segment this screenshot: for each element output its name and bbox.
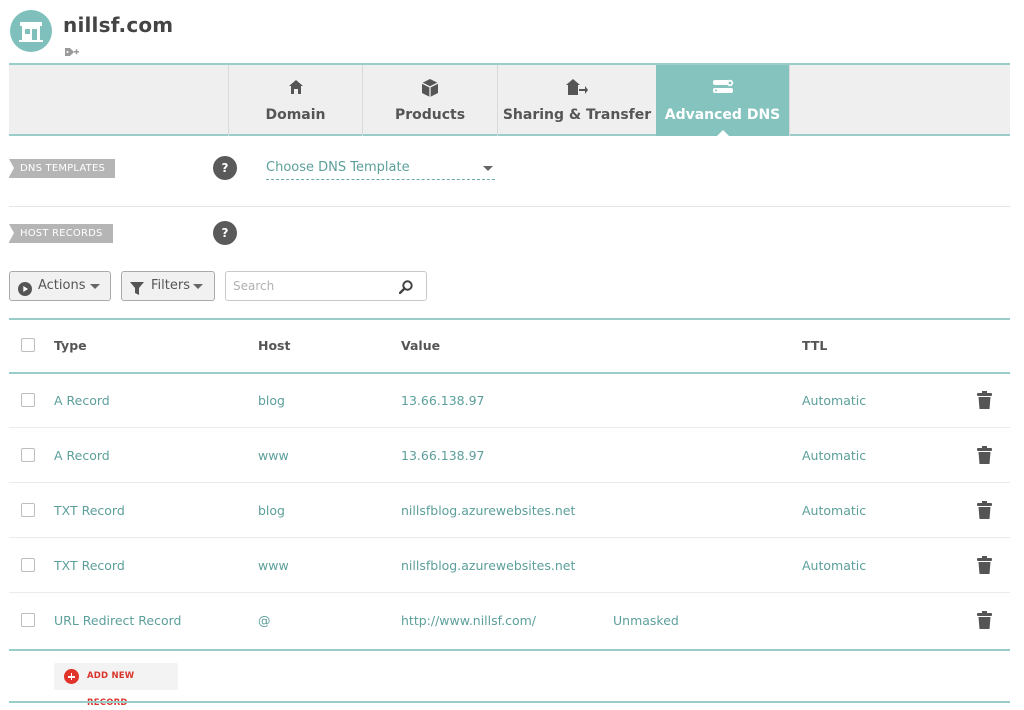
tabs-bar: Domain Products Sharing & Transfer Advan…	[9, 63, 1010, 137]
record-value[interactable]: 13.66.138.97	[401, 428, 485, 483]
footer-rule	[9, 701, 1010, 703]
plus-icon	[64, 669, 79, 684]
row-checkbox[interactable]	[21, 503, 35, 517]
record-value[interactable]: nillsfblog.azurewebsites.net	[401, 483, 575, 538]
box-icon	[421, 79, 439, 101]
filter-icon	[130, 279, 144, 307]
record-type[interactable]: A Record	[54, 373, 110, 428]
section-divider	[9, 206, 1010, 207]
dns-template-select[interactable]: Choose DNS Template	[266, 158, 495, 180]
record-type[interactable]: A Record	[54, 428, 110, 483]
tab-label: Sharing & Transfer	[502, 107, 652, 123]
tab-divider	[789, 65, 790, 136]
table-row[interactable]: A Record blog 13.66.138.97 Automatic	[9, 373, 1010, 428]
row-checkbox[interactable]	[21, 613, 35, 627]
record-value[interactable]: nillsfblog.azurewebsites.net	[401, 538, 575, 593]
actions-label: Actions	[38, 278, 86, 293]
filters-button[interactable]: Filters	[121, 271, 215, 301]
record-ttl[interactable]: Automatic	[802, 538, 866, 593]
filters-label: Filters	[151, 278, 190, 293]
play-circle-icon	[18, 279, 32, 307]
chevron-down-icon	[90, 284, 100, 289]
host-records-help-button[interactable]: ?	[213, 221, 237, 245]
table-row[interactable]: URL Redirect Record @ http://www.nillsf.…	[9, 593, 1010, 648]
record-type[interactable]: TXT Record	[54, 483, 125, 538]
trash-icon[interactable]	[977, 501, 992, 522]
storefront-icon	[10, 10, 52, 52]
table-row[interactable]: TXT Record www nillsfblog.azurewebsites.…	[9, 538, 1010, 593]
column-header-type[interactable]: Type	[54, 318, 87, 373]
table-row[interactable]: TXT Record blog nillsfblog.azurewebsites…	[9, 483, 1010, 538]
record-host[interactable]: www	[258, 428, 289, 483]
column-header-host[interactable]: Host	[258, 318, 290, 373]
record-value[interactable]: http://www.nillsf.com/	[401, 593, 536, 648]
record-host[interactable]: www	[258, 538, 289, 593]
column-header-ttl[interactable]: TTL	[802, 318, 827, 373]
record-ttl[interactable]: Automatic	[802, 373, 866, 428]
home-icon	[288, 79, 303, 98]
row-checkbox[interactable]	[21, 393, 35, 407]
select-all-checkbox[interactable]	[21, 338, 35, 352]
dns-templates-help-button[interactable]: ?	[213, 156, 237, 180]
record-type[interactable]: TXT Record	[54, 538, 125, 593]
site-header: nillsf.com	[0, 0, 1024, 64]
chevron-down-icon	[483, 166, 493, 171]
table-row[interactable]: A Record www 13.66.138.97 Automatic	[9, 428, 1010, 483]
trash-icon[interactable]	[977, 556, 992, 577]
tab-domain[interactable]: Domain	[228, 65, 362, 136]
record-ttl[interactable]: Automatic	[802, 483, 866, 538]
server-icon	[712, 79, 734, 99]
row-checkbox[interactable]	[21, 448, 35, 462]
actions-button[interactable]: Actions	[9, 271, 111, 301]
tab-products[interactable]: Products	[362, 65, 497, 136]
record-host[interactable]: blog	[258, 483, 285, 538]
table-header-row: Type Host Value TTL	[9, 318, 1010, 373]
column-header-value[interactable]: Value	[401, 318, 440, 373]
record-host[interactable]: blog	[258, 373, 285, 428]
table-bottom-rule	[9, 649, 1010, 651]
chevron-down-icon	[193, 284, 203, 289]
tab-label: Products	[394, 107, 466, 123]
tab-label: Advanced DNS	[664, 107, 781, 123]
record-host[interactable]: @	[258, 593, 271, 648]
trash-icon[interactable]	[977, 446, 992, 467]
trash-icon[interactable]	[977, 611, 992, 632]
dns-template-select-value: Choose DNS Template	[266, 160, 410, 175]
host-records-label: HOST RECORDS	[9, 224, 113, 243]
home-transfer-icon	[566, 79, 588, 99]
tab-sharing-transfer[interactable]: Sharing & Transfer	[497, 65, 656, 136]
record-value[interactable]: 13.66.138.97	[401, 373, 485, 428]
trash-icon[interactable]	[977, 391, 992, 412]
add-tag-icon[interactable]	[64, 43, 80, 62]
record-ttl[interactable]: Automatic	[802, 428, 866, 483]
row-checkbox[interactable]	[21, 558, 35, 572]
tab-advanced-dns[interactable]: Advanced DNS	[656, 65, 789, 137]
record-type[interactable]: URL Redirect Record	[54, 593, 181, 648]
add-new-record-button[interactable]: ADD NEW RECORD	[54, 663, 178, 708]
dns-templates-label: DNS TEMPLATES	[9, 159, 116, 178]
record-extra[interactable]: Unmasked	[613, 593, 679, 648]
site-title: nillsf.com	[63, 13, 174, 37]
search-icon[interactable]	[398, 279, 413, 298]
search-input[interactable]	[225, 271, 427, 301]
tab-label: Domain	[265, 107, 326, 123]
